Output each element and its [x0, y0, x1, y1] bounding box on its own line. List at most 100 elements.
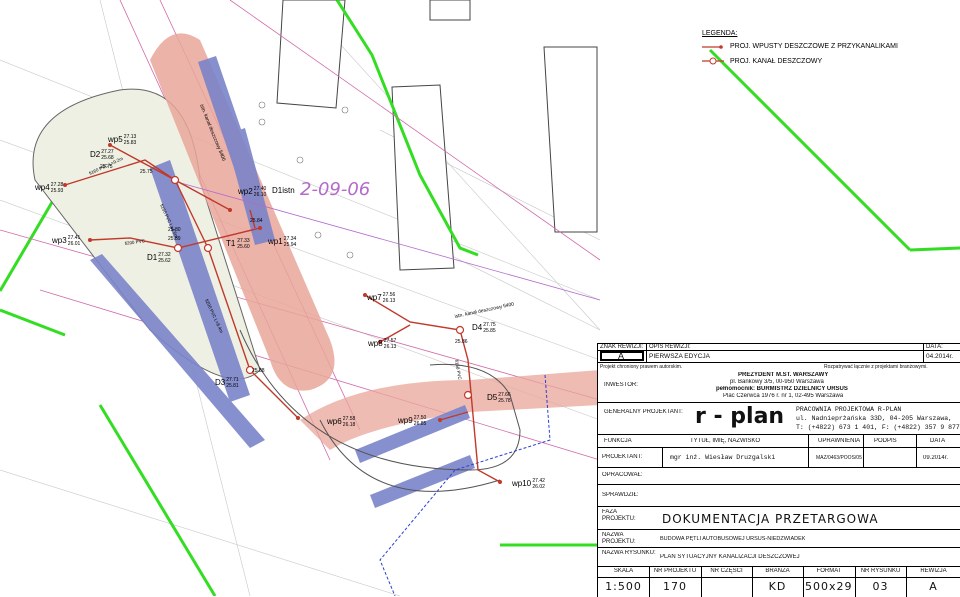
footer-header: BRANŻA: [765, 568, 790, 574]
checked-by-label: SPRAWDZIŁ:: [602, 492, 639, 498]
designer-label: GENERALNY PROJEKTANT:: [604, 409, 683, 415]
legend-label: PROJ. WPUSTY DESZCZOWE Z PRZYKANALIKAMI: [730, 43, 898, 50]
node-id: D1: [147, 253, 158, 262]
project-name: BUDOWA PĘTLI AUTOBUSOWEJ URSUS-NIEDŹWIAD…: [660, 536, 806, 542]
designer-license: MAZ/0463/POOS/05: [816, 455, 862, 461]
legend-title: LEGENDA:: [702, 30, 738, 37]
footer-value: 170: [663, 580, 687, 593]
footer-value: KD: [768, 580, 787, 593]
elevation-value: 25.84: [250, 218, 263, 224]
node-bottom-elevation: 26.18: [343, 422, 356, 428]
pipe-label: fi160 PVC: [454, 359, 463, 381]
elevation-value: 25.75: [100, 164, 113, 170]
legend-label: PROJ. KANAŁ DESZCZOWY: [730, 57, 823, 65]
node-id: D4: [472, 323, 483, 332]
node-id: wp3: [51, 236, 67, 245]
node-id: D5: [487, 393, 498, 402]
designer-role: PROJEKTANT:: [602, 454, 643, 460]
node-id: wp7: [366, 293, 382, 302]
elevation-value: 25.86: [455, 339, 468, 345]
designer-name: mgr inż. Wiesław Druzgalski: [670, 454, 776, 461]
footer-value: 03: [872, 580, 889, 593]
legend-item: PROJ. KANAŁ DESZCZOWY: [702, 57, 952, 65]
phase-label: FAZA PROJEKTU:: [602, 509, 636, 522]
node-bottom-elevation: 26.01: [68, 241, 81, 247]
inlet-line-icon: [702, 44, 723, 49]
rev-desc-header: OPIS REWIZJI:: [649, 344, 691, 350]
team-header-date: DATA: [930, 438, 946, 444]
node-bottom-elevation: 26.13: [383, 298, 396, 304]
drawing-name: PLAN SYTUACYJNY KANALIZACJI DESZCZOWEJ: [660, 554, 800, 560]
node-id: wp5: [107, 135, 123, 144]
node-bottom-elevation: 25.93: [51, 188, 64, 194]
node-id: wp10: [511, 479, 532, 488]
legend: LEGENDA: PROJ. WPUSTY DESZCZOWE Z PRZYKA…: [702, 30, 952, 72]
project-name-label: NAZWA PROJEKTU:: [602, 532, 636, 545]
node-bottom-elevation: 25.78: [498, 398, 511, 404]
rights-note: Projekt chroniony prawem autorskim.: [600, 364, 683, 370]
footer-header: NR RYSUNKU: [860, 568, 901, 574]
footer-value: 1:500: [605, 580, 642, 593]
footer-header: NR CZĘŚCI: [710, 568, 743, 574]
node-id: wp2: [237, 187, 253, 196]
elevation-value: 25.88: [252, 368, 265, 374]
elevation-value: 25.80: [168, 227, 181, 233]
footer-value: A: [929, 580, 938, 593]
team-header-function: FUNKCJA: [604, 438, 632, 444]
node-bottom-elevation: 25.81: [226, 383, 239, 389]
node-bottom-elevation: 26.10: [254, 192, 267, 198]
node-bottom-elevation: 26.02: [532, 484, 545, 490]
node-bottom-elevation: 25.85: [483, 328, 496, 334]
investor-addr2: Plac Czerwca 1976 r. nr 1, 02-495 Warsza…: [723, 393, 844, 399]
node-id: D3: [215, 378, 226, 387]
title-block: ZNAK REWIZJI: OPIS REWIZJI: DATA: A PIER…: [597, 343, 960, 597]
node-id: wp1: [267, 237, 283, 246]
footer-header: NR PROJEKTU: [653, 568, 697, 574]
canal-line-icon: [702, 57, 724, 65]
footer-header: SKALA: [613, 568, 634, 574]
node-bottom-elevation: 25.62: [158, 258, 171, 264]
drawing-name-label: NAZWA RYSUNKU:: [602, 550, 656, 556]
node-id: D2: [90, 150, 101, 159]
rev-date: 04.2014r.: [926, 353, 954, 360]
node-id: wp8: [367, 339, 383, 348]
investor-rep: pełnomocnik: BURMISTRZ DZIELNICY URSUS: [716, 386, 848, 392]
designer-date: 09.2014r.: [923, 455, 949, 461]
node-bottom-elevation: 25.83: [124, 140, 137, 146]
team-header-license: UPRAWNIENIA: [818, 438, 861, 444]
node-id: T1: [226, 239, 236, 248]
node-id: wp9: [397, 416, 413, 425]
team-header-name: TYTUŁ, IMIĘ, NAZWISKO: [690, 438, 761, 444]
designer-addr: ul. Nadnieprżańska 33D, 04-205 Warszawa,: [796, 415, 953, 422]
legend-item: PROJ. WPUSTY DESZCZOWE Z PRZYKANALIKAMI: [702, 43, 952, 50]
investor-label: INWESTOR:: [604, 382, 638, 388]
rev-date-header: DATA:: [926, 344, 943, 350]
canal-label: istn. kanał deszczowy fi400: [454, 301, 515, 320]
designer-phone: T: (+4822) 673 1 401, F: (+4822) 357 9 8…: [796, 424, 960, 431]
coord-note: Rozpatrywać łącznie z projektami branżow…: [824, 364, 928, 370]
footer-header: REWIZJA: [920, 568, 947, 574]
node-bottom-elevation: 26.85: [414, 421, 427, 427]
date-watermark: 2-09-06: [300, 179, 370, 200]
elevation-value: 25.89: [168, 236, 181, 242]
node-bottom-elevation: 25.94: [284, 242, 297, 248]
elevation-value: 25.75: [140, 169, 153, 175]
investor-name: PREZYDENT M.ST. WARSZAWY: [738, 372, 829, 378]
buildings: [276, 0, 598, 271]
istn-label: D1istn: [272, 186, 295, 195]
designer-logo: r - plan: [695, 404, 785, 429]
phase: DOKUMENTACJA PRZETARGOWA: [662, 512, 879, 526]
team-header-signature: PODPIS: [874, 438, 897, 444]
node-bottom-elevation: 26.13: [384, 344, 397, 350]
rev-desc: PIERWSZA EDYCJA: [649, 353, 710, 360]
investor-addr: pl. Bankowy 3/5, 00-950 Warszawa: [730, 379, 824, 385]
node-bottom-elevation: 25.60: [237, 244, 250, 250]
node-id: wp6: [326, 417, 342, 426]
rev-mark-header: ZNAK REWIZJI:: [600, 344, 644, 350]
footer-value: 500x297: [805, 580, 853, 593]
designer-firm: PRACOWNIA PROJEKTOWA R-PLAN: [796, 406, 902, 413]
node-id: wp4: [34, 183, 50, 192]
rev-mark: A: [618, 351, 625, 361]
footer-header: FORMAT: [816, 568, 842, 574]
prepared-by-label: OPRACOWAŁ:: [602, 472, 643, 478]
